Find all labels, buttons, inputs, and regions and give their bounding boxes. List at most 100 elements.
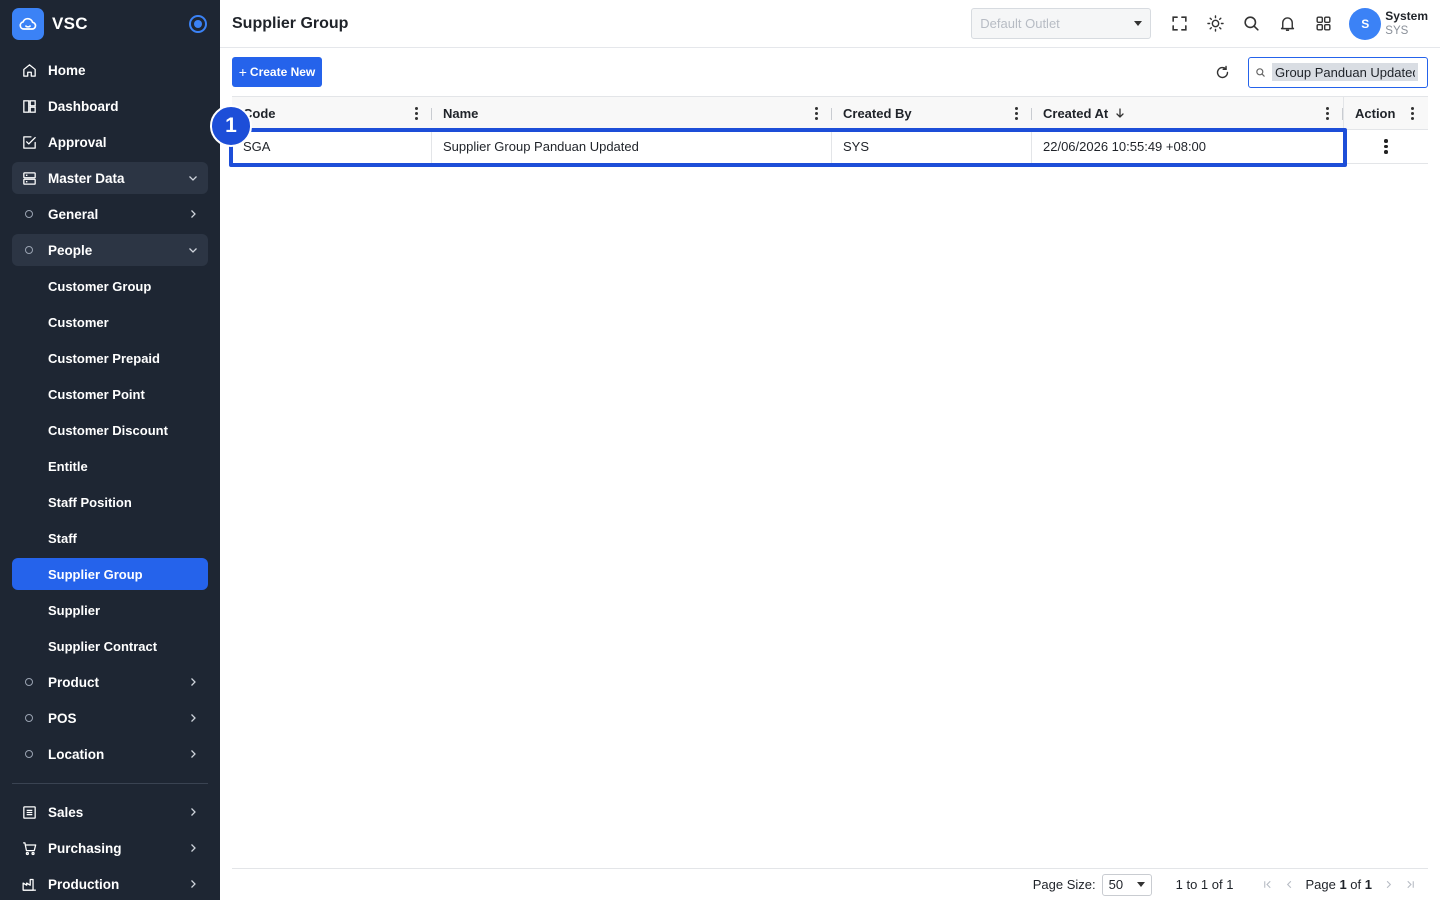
sidebar-item-customer-discount[interactable]: Customer Discount [12, 414, 208, 446]
column-header-label: Action [1355, 105, 1396, 121]
sidebar-nav: Home Dashboard Approval Master Data Gene… [0, 48, 220, 900]
sidebar-item-label: Supplier [48, 602, 101, 618]
sidebar-item-entitle[interactable]: Entitle [12, 450, 208, 482]
page-indicator: Page 1 of 1 [1305, 877, 1372, 892]
sidebar-item-label: Sales [48, 804, 84, 820]
sidebar-item-production[interactable]: Production [12, 868, 208, 900]
column-header-created-by[interactable]: Created By [832, 97, 1032, 129]
sidebar-item-label: Customer Point [48, 386, 145, 402]
of-word: of [1350, 877, 1362, 892]
sidebar-item-supplier[interactable]: Supplier [12, 594, 208, 626]
sidebar-item-label: Staff [48, 530, 77, 546]
sidebar-item-product[interactable]: Product [12, 666, 208, 698]
outlet-select[interactable]: Default Outlet [971, 8, 1152, 39]
page-size-value: 50 [1108, 877, 1124, 892]
chevron-right-icon [186, 207, 200, 221]
cloud-logo-icon [12, 8, 44, 40]
sidebar-item-approval[interactable]: Approval [12, 126, 208, 158]
plus-icon: + [238, 64, 247, 80]
sidebar-item-supplier-contract[interactable]: Supplier Contract [12, 630, 208, 662]
sidebar-item-label: Location [48, 746, 105, 762]
sidebar-item-label: Product [48, 674, 100, 690]
chevron-right-icon [186, 805, 200, 819]
sidebar-item-general[interactable]: General [12, 198, 208, 230]
sidebar-divider [12, 783, 208, 784]
row-range-summary: 1 to 1 of 1 [1175, 877, 1234, 892]
page-size-select[interactable]: 50 [1101, 873, 1152, 896]
grid-toolbar: + Create New [232, 56, 1428, 88]
sidebar-item-pos[interactable]: POS [12, 702, 208, 734]
sidebar-item-location[interactable]: Location [12, 738, 208, 770]
table-row[interactable]: SGA Supplier Group Panduan Updated SYS 2… [232, 130, 1428, 164]
column-header-name[interactable]: Name [432, 97, 832, 129]
search-icon [1244, 16, 1259, 31]
database-icon [20, 169, 38, 187]
column-header-code[interactable]: Code [232, 97, 432, 129]
grid-search-box[interactable] [1248, 56, 1428, 88]
sidebar-item-sales[interactable]: Sales [12, 796, 208, 828]
cart-icon [20, 839, 38, 857]
sidebar-item-staff[interactable]: Staff [12, 522, 208, 554]
approval-icon [20, 133, 38, 151]
sidebar-item-people[interactable]: People [12, 234, 208, 266]
step-number-badge: 1 [210, 105, 252, 147]
brand: VSC [0, 0, 220, 48]
sidebar-item-staff-position[interactable]: Staff Position [12, 486, 208, 518]
sidebar-item-label: Customer [48, 314, 109, 330]
column-menu-icon[interactable] [811, 106, 821, 120]
chevron-right-icon [186, 675, 200, 689]
sidebar-item-supplier-group[interactable]: Supplier Group [12, 558, 208, 590]
sidebar-item-label: Purchasing [48, 840, 122, 856]
sidebar-item-customer-point[interactable]: Customer Point [12, 378, 208, 410]
column-menu-icon[interactable] [1407, 106, 1417, 120]
first-page-button[interactable] [1261, 879, 1273, 891]
sidebar-item-purchasing[interactable]: Purchasing [12, 832, 208, 864]
next-page-button[interactable] [1382, 879, 1394, 891]
column-menu-icon[interactable] [1322, 106, 1332, 120]
column-header-label: Created By [843, 105, 912, 121]
column-header-created-at[interactable]: Created At [1032, 97, 1343, 129]
data-grid: Code Name Created By Created At Action S… [232, 96, 1428, 868]
notifications-button[interactable] [1269, 6, 1305, 42]
sidebar-item-master-data[interactable]: Master Data [12, 162, 208, 194]
global-search-button[interactable] [1233, 6, 1269, 42]
chevron-right-icon [186, 711, 200, 725]
chevron-right-icon [186, 841, 200, 855]
grid-search-input[interactable] [1272, 63, 1418, 81]
create-new-label: Create New [249, 65, 316, 79]
create-new-button[interactable]: + Create New [232, 57, 322, 87]
previous-page-button[interactable] [1283, 879, 1295, 891]
refresh-button[interactable] [1210, 60, 1234, 84]
sidebar-item-home[interactable]: Home [12, 54, 208, 86]
sidebar-item-label: Staff Position [48, 494, 132, 510]
page-total: 1 [1364, 877, 1372, 892]
refresh-icon [1216, 65, 1228, 78]
search-icon [1256, 67, 1265, 77]
column-menu-icon[interactable] [411, 106, 421, 120]
sidebar-item-customer-prepaid[interactable]: Customer Prepaid [12, 342, 208, 374]
circle-bullet-icon [25, 210, 33, 218]
apps-button[interactable] [1305, 6, 1341, 42]
sidebar-item-label: Customer Group [48, 278, 152, 294]
factory-icon [20, 875, 38, 893]
sidebar-collapse-toggle[interactable] [189, 15, 207, 33]
sidebar-item-customer[interactable]: Customer [12, 306, 208, 338]
sidebar-item-dashboard[interactable]: Dashboard [12, 90, 208, 122]
grid-pagination: Page Size: 50 1 to 1 of 1 Page 1 of 1 [232, 868, 1428, 900]
cell-code: SGA [232, 130, 432, 163]
sidebar-item-customer-group[interactable]: Customer Group [12, 270, 208, 302]
row-action-menu-button[interactable] [1343, 130, 1428, 163]
header-actions: Default Outlet S System SYS [971, 6, 1428, 42]
user-menu[interactable]: S System SYS [1349, 7, 1428, 40]
caret-down-icon [1136, 882, 1145, 887]
circle-bullet-icon [25, 678, 33, 686]
last-page-button[interactable] [1404, 879, 1416, 891]
fullscreen-button[interactable] [1161, 6, 1197, 42]
more-vertical-icon [1384, 139, 1388, 154]
sidebar-item-label: General [48, 206, 99, 222]
fullscreen-icon [1172, 16, 1187, 31]
theme-toggle-button[interactable] [1197, 6, 1233, 42]
sidebar-item-label: POS [48, 710, 77, 726]
column-menu-icon[interactable] [1011, 106, 1021, 120]
column-header-action[interactable]: Action [1343, 97, 1428, 129]
